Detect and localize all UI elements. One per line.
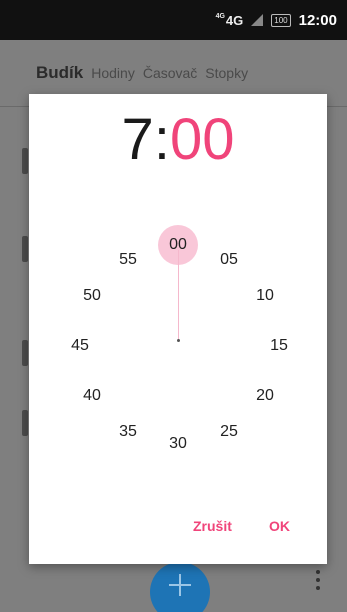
- list-item: [22, 340, 28, 366]
- list-item: [22, 410, 28, 436]
- tab-alarm[interactable]: Budík: [36, 63, 83, 83]
- minute-10[interactable]: 10: [248, 285, 282, 307]
- minute-35[interactable]: 35: [111, 421, 145, 443]
- status-time: 12:00: [298, 11, 337, 29]
- cancel-button[interactable]: Zrušit: [193, 518, 232, 534]
- battery-icon: 100: [271, 13, 291, 27]
- minute-15[interactable]: 15: [262, 335, 296, 357]
- minute-20[interactable]: 20: [248, 385, 282, 407]
- minute-50[interactable]: 50: [75, 285, 109, 307]
- status-bar: 4G4G 100 12:00: [0, 0, 347, 40]
- list-item: [22, 236, 28, 262]
- hour-display[interactable]: 7: [122, 107, 154, 172]
- list-item: [22, 148, 28, 174]
- minute-25[interactable]: 25: [212, 421, 246, 443]
- minute-05[interactable]: 05: [212, 249, 246, 271]
- tab-clock[interactable]: Hodiny: [91, 65, 135, 81]
- minute-display[interactable]: 00: [170, 107, 235, 172]
- time-picker-dialog: 7:00 00 05 10 15 20 25 30 35 40 45 50 55…: [29, 94, 327, 564]
- more-options-icon[interactable]: [316, 570, 320, 592]
- minute-45[interactable]: 45: [63, 335, 97, 357]
- time-separator: :: [153, 107, 170, 172]
- minute-30[interactable]: 30: [161, 433, 195, 455]
- minute-40[interactable]: 40: [75, 385, 109, 407]
- time-display: 7:00: [29, 108, 327, 172]
- tab-timer[interactable]: Časovač: [143, 65, 197, 81]
- tab-stopwatch[interactable]: Stopky: [205, 65, 248, 81]
- ok-button[interactable]: OK: [269, 518, 290, 534]
- minute-55[interactable]: 55: [111, 249, 145, 271]
- dial-hand: [178, 250, 179, 340]
- signal-icon: [251, 14, 264, 26]
- dial-center: [177, 339, 180, 342]
- network-indicator: 4G4G: [215, 12, 244, 28]
- minute-00[interactable]: 00: [161, 234, 195, 256]
- add-alarm-button[interactable]: [150, 562, 210, 612]
